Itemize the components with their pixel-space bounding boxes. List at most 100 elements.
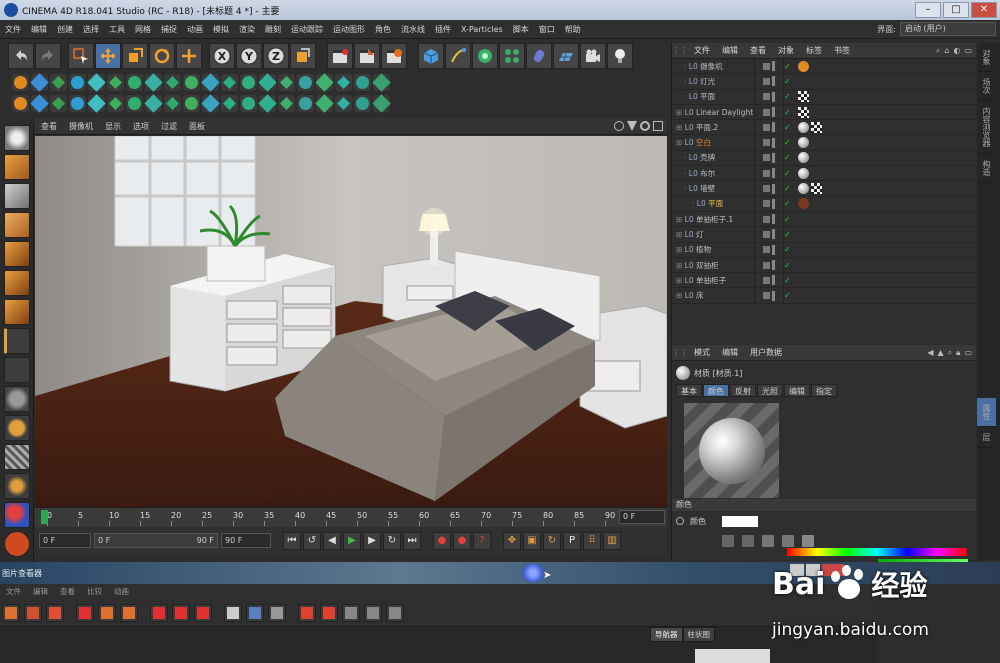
editor-visibility-icon[interactable]	[763, 292, 770, 300]
plugin-tool-button[interactable]	[315, 94, 334, 113]
light-button[interactable]	[607, 43, 633, 69]
material-tab[interactable]: 反射	[730, 383, 756, 397]
enabled-check-icon[interactable]: ✓	[784, 123, 794, 132]
plugin-tool-button[interactable]	[240, 74, 257, 91]
object-row[interactable]: ⊞ L0 灯 ✓	[672, 227, 976, 243]
attribute-menu-item[interactable]: 编辑	[716, 347, 744, 358]
pick-button[interactable]	[76, 603, 94, 622]
animate-dot-icon[interactable]	[676, 517, 684, 525]
object-row[interactable]: · L0 平面 ✓	[672, 89, 976, 105]
menu-item[interactable]: 运动跟踪	[286, 24, 328, 35]
picture-viewer-menu-item[interactable]: 动画	[108, 586, 135, 597]
menu-item[interactable]: 插件	[430, 24, 456, 35]
object-row[interactable]: ⊞ L0 空白 ✓	[672, 135, 976, 151]
editor-visibility-icon[interactable]	[763, 77, 770, 85]
close-button[interactable]: ✕	[971, 2, 997, 18]
plugin-tool-button[interactable]	[50, 74, 67, 91]
copy-button[interactable]	[98, 603, 116, 622]
visibility-toggles[interactable]	[754, 181, 784, 196]
visibility-toggles[interactable]	[754, 135, 784, 150]
texture-tag-icon[interactable]	[811, 183, 822, 195]
frame-range-slider[interactable]: 0 F 90 F	[94, 533, 218, 548]
lock-workplane-icon[interactable]	[4, 473, 30, 499]
plugin-tool-button[interactable]	[278, 74, 295, 91]
max-frame-field[interactable]: 90 F	[221, 533, 271, 548]
plugin-tool-button[interactable]	[50, 95, 67, 112]
enabled-check-icon[interactable]: ✓	[784, 138, 794, 147]
object-row[interactable]: · L0 壳牌 ✓	[672, 150, 976, 167]
editor-visibility-icon[interactable]	[763, 200, 770, 208]
plugin-tool-button[interactable]	[354, 95, 371, 112]
layout-icon[interactable]	[653, 121, 663, 131]
material-tab[interactable]: 编辑	[784, 383, 810, 397]
magnet-icon[interactable]	[4, 415, 30, 441]
cloner-button[interactable]	[499, 43, 525, 69]
render-visibility-icon[interactable]	[772, 76, 775, 87]
plugin-tool-button[interactable]	[183, 74, 200, 91]
move-tool-button[interactable]	[95, 43, 121, 69]
plugin-tool-button[interactable]	[69, 95, 86, 112]
plugin-tool-button[interactable]	[12, 95, 29, 112]
editor-visibility-icon[interactable]	[763, 93, 770, 101]
plugin-tool-button[interactable]	[221, 74, 238, 91]
search-icon[interactable]: ⌕	[948, 348, 952, 358]
plugin-tool-button[interactable]	[258, 73, 277, 92]
script-icon[interactable]	[4, 531, 30, 557]
menu-item[interactable]: 动画	[182, 24, 208, 35]
viewport-menu-item[interactable]: 选项	[127, 121, 155, 132]
color-swatch[interactable]	[722, 515, 758, 527]
rotate-tool-button[interactable]	[149, 43, 175, 69]
go-to-start-button[interactable]: ⏮	[283, 531, 301, 550]
hsv-icon[interactable]	[802, 535, 814, 547]
material-tag-icon[interactable]	[798, 183, 809, 195]
render-visibility-icon[interactable]	[772, 198, 775, 209]
enabled-check-icon[interactable]: ✓	[784, 245, 794, 254]
object-row[interactable]: ⊞ L0 植物 ✓	[672, 242, 976, 258]
enabled-check-icon[interactable]: ✓	[784, 92, 794, 101]
plugin-tool-button[interactable]	[372, 94, 391, 113]
plugin-tool-button[interactable]	[240, 95, 257, 112]
menu-item[interactable]: X-Particles	[456, 25, 508, 34]
side-tab[interactable]: 对象	[977, 43, 996, 72]
wheel-icon[interactable]	[722, 535, 734, 547]
side-tab[interactable]: 内容浏览器	[977, 101, 996, 154]
visibility-toggles[interactable]	[754, 120, 784, 135]
viewport-menu-item[interactable]: 显示	[99, 121, 127, 132]
material-tag-icon[interactable]	[798, 152, 809, 164]
texture-mode-icon[interactable]	[4, 183, 30, 209]
editor-visibility-icon[interactable]	[763, 139, 770, 147]
plugin-tool-button[interactable]	[107, 95, 124, 112]
filter-icon[interactable]: ◐	[953, 46, 960, 55]
xpresso-icon[interactable]	[4, 502, 30, 528]
plugin-tool-button[interactable]	[297, 74, 314, 91]
picture-icon[interactable]	[762, 535, 774, 547]
menu-item[interactable]: 编辑	[26, 24, 52, 35]
visibility-toggles[interactable]	[754, 273, 784, 288]
plugin-tool-button[interactable]	[87, 94, 106, 113]
next-frame-button[interactable]: ▶	[363, 531, 381, 550]
render-visibility-icon[interactable]	[772, 229, 775, 240]
expand-icon[interactable]: ⊞	[676, 261, 685, 270]
expand-icon[interactable]: ⊞	[676, 230, 685, 239]
menu-item[interactable]: 捕捉	[156, 24, 182, 35]
model-mode-icon[interactable]	[4, 154, 30, 180]
render-visibility-icon[interactable]	[772, 260, 775, 270]
plugin-tool-button[interactable]	[144, 73, 163, 92]
editor-visibility-icon[interactable]	[763, 169, 770, 177]
visibility-toggles[interactable]	[754, 227, 784, 242]
undo-button[interactable]	[8, 43, 34, 69]
render-view-button[interactable]	[327, 43, 353, 69]
material-tag-icon[interactable]	[798, 137, 809, 149]
cube-button[interactable]	[418, 43, 444, 69]
prev-key-button[interactable]: ↺	[303, 531, 321, 550]
key-pla-button[interactable]: ⠿	[583, 531, 601, 550]
compare-a-button[interactable]	[150, 603, 168, 622]
enabled-check-icon[interactable]: ✓	[784, 169, 794, 178]
visibility-toggles[interactable]	[754, 242, 784, 257]
render-visibility-icon[interactable]	[772, 290, 775, 301]
coordinate-system-button[interactable]	[290, 43, 316, 69]
timeline-window-button[interactable]: ▥	[603, 531, 621, 550]
new-window-icon[interactable]: ▭	[964, 348, 972, 357]
axis-y-button[interactable]: Y	[236, 43, 262, 69]
enabled-check-icon[interactable]: ✓	[784, 184, 794, 193]
